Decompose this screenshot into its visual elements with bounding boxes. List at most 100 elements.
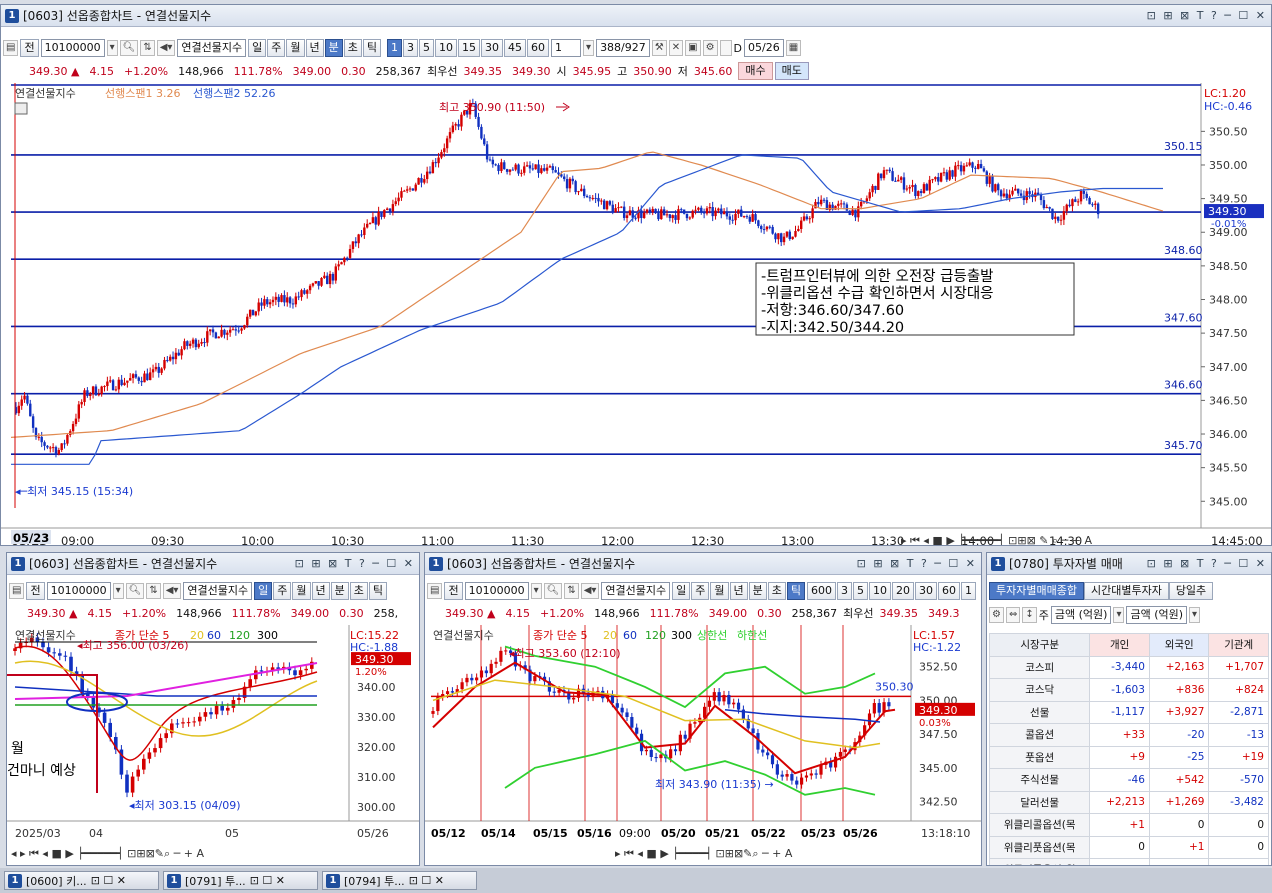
crosshair-icon[interactable]: ✕	[668, 40, 684, 56]
window-controls[interactable]: ⊡ ⊞ ⊠ T ? ─ ☐ ✕	[1147, 9, 1267, 22]
count-field[interactable]: 1	[551, 39, 582, 57]
interval-button-45[interactable]: 45	[504, 39, 527, 57]
gear-icon[interactable]: ⚙	[989, 607, 1004, 623]
interval-button-5[interactable]: 5	[419, 39, 435, 57]
save-icon[interactable]: ▣	[685, 40, 701, 56]
unit-tab-틱[interactable]: 틱	[786, 582, 806, 600]
swap-icon[interactable]: ⇔	[1005, 607, 1021, 623]
candle-body	[470, 677, 474, 681]
search-icon[interactable]: 🔍︎	[125, 583, 145, 599]
gear-icon[interactable]: ⚙	[702, 40, 718, 56]
taskbar-item[interactable]: 1 [0791] 투... ⊡ ☐ ✕	[163, 871, 318, 890]
center-title-bar[interactable]: 1 [0603] 선옵종합차트 - 연결선물지수 ⊡ ⊞ ⊠ T ? ─ ☐ ✕	[425, 553, 981, 575]
layout-icon[interactable]: ▤	[9, 583, 25, 599]
interval-button-1[interactable]: 1	[961, 582, 977, 600]
calendar-icon[interactable]: ▦	[785, 40, 802, 56]
unit-tab-분[interactable]: 분	[748, 582, 767, 600]
unit-tab-틱[interactable]: 틱	[368, 582, 388, 600]
interval-button-30[interactable]: 30	[915, 582, 938, 600]
main-price-chart[interactable]: 350.50350.00349.50349.00348.50348.00347.…	[1, 83, 1271, 545]
interval-button-20[interactable]: 20	[892, 582, 915, 600]
investor-tab[interactable]: 시간대별투자자	[1083, 582, 1169, 600]
window-controls-icon[interactable]: ⊡ ☐ ✕	[409, 874, 444, 887]
unit-tab-분[interactable]: 분	[330, 582, 349, 600]
investor-tab[interactable]: 투자자별매매종합	[989, 582, 1084, 600]
symbol-name-field[interactable]: 연결선물지수	[183, 582, 253, 600]
unit-tab-초[interactable]: 초	[343, 39, 362, 57]
period-button[interactable]: 전	[444, 582, 463, 600]
date-checkbox[interactable]	[719, 40, 732, 56]
search-icon[interactable]: 🔍︎	[543, 583, 563, 599]
code-field[interactable]: 10100000	[46, 582, 111, 600]
unit-tab-년[interactable]: 년	[305, 39, 324, 57]
window-controls[interactable]: ⊡ ⊞ ⊠ T ? ─ ☐ ✕	[295, 557, 415, 570]
buy-order-button[interactable]: 매수	[738, 62, 773, 80]
unit-tab-일[interactable]: 일	[248, 39, 267, 57]
chevron-down-icon[interactable]: ▾	[1189, 607, 1201, 623]
interval-button-60[interactable]: 60	[527, 39, 550, 57]
tools-icon[interactable]: ⚒	[651, 40, 667, 56]
investor-tab[interactable]: 당일추	[1168, 582, 1214, 600]
daily-price-chart[interactable]: 340.00 330.00 320.00 310.00 300.00 월건마니 예상 연결선…	[7, 625, 419, 865]
interval-button-1[interactable]: 1	[387, 39, 403, 57]
unit-tab-년[interactable]: 년	[311, 582, 330, 600]
unit-tab-주[interactable]: 주	[267, 39, 286, 57]
symbol-name-field[interactable]: 연결선물지수	[177, 39, 247, 57]
interval-button-3[interactable]: 3	[403, 39, 419, 57]
taskbar-item[interactable]: 1 [0794] 투... ⊡ ☐ ✕	[322, 871, 477, 890]
code-field[interactable]: 10100000	[464, 582, 529, 600]
unit-tab-월[interactable]: 월	[292, 582, 311, 600]
compare-icon[interactable]: ⇅	[140, 40, 155, 56]
unit-tab-년[interactable]: 년	[729, 582, 748, 600]
unit-tab-초[interactable]: 초	[349, 582, 368, 600]
taskbar-item[interactable]: 1 [0600] 키... ⊡ ☐ ✕	[4, 871, 159, 890]
interval-button-30[interactable]: 30	[481, 39, 504, 57]
chevron-down-icon[interactable]: ▾	[530, 583, 542, 599]
compare-icon[interactable]: ⇅	[146, 583, 161, 599]
unit-tab-주[interactable]: 주	[691, 582, 710, 600]
interval-button-60[interactable]: 60	[938, 582, 961, 600]
symbol-name-field[interactable]: 연결선물지수	[601, 582, 671, 600]
main-title-bar[interactable]: 1 [0603] 선옵종합차트 - 연결선물지수 ⊡ ⊞ ⊠ T ? ─ ☐ ✕	[1, 5, 1271, 27]
interval-button-5[interactable]: 5	[853, 582, 869, 600]
unit-tab-일[interactable]: 일	[254, 582, 273, 600]
date-field[interactable]: 05/26	[744, 39, 784, 57]
interval-button-10[interactable]: 10	[869, 582, 892, 600]
layout-icon[interactable]: ▤	[427, 583, 443, 599]
interval-button-600[interactable]: 600	[807, 582, 837, 600]
window-controls-icon[interactable]: ⊡ ☐ ✕	[250, 874, 285, 887]
search-icon[interactable]: 🔍︎	[119, 40, 139, 56]
unit-tab-월[interactable]: 월	[286, 39, 305, 57]
chevron-down-icon[interactable]: ▾	[1113, 607, 1125, 623]
period-button[interactable]: 전	[26, 582, 45, 600]
code-field[interactable]: 10100000	[40, 39, 105, 57]
amount-select-1[interactable]: 금액 (억원)	[1050, 606, 1112, 624]
compare-icon[interactable]: ⇅	[564, 583, 579, 599]
speaker-icon[interactable]: ◀▾	[156, 40, 176, 56]
interval-button-15[interactable]: 15	[458, 39, 481, 57]
chevron-down-icon[interactable]: ▾	[106, 40, 118, 56]
chevron-down-icon[interactable]: ▾	[583, 40, 595, 56]
sell-order-button[interactable]: 매도	[774, 62, 809, 80]
unit-tab-틱[interactable]: 틱	[362, 39, 382, 57]
interval-button-3[interactable]: 3	[837, 582, 853, 600]
window-controls-icon[interactable]: ⊡ ☐ ✕	[91, 874, 126, 887]
chevron-down-icon[interactable]: ▾	[112, 583, 124, 599]
unit-tab-일[interactable]: 일	[672, 582, 691, 600]
period-button[interactable]: 전	[20, 39, 39, 57]
window-controls[interactable]: ⊡ ⊞ ⊠ T ? ─ ☐ ✕	[857, 557, 977, 570]
amount-select-2[interactable]: 금액 (억원)	[1126, 606, 1188, 624]
sort-icon[interactable]: ↕	[1022, 607, 1037, 623]
interval-button-10[interactable]: 10	[435, 39, 458, 57]
unit-tab-분[interactable]: 분	[324, 39, 343, 57]
tick-price-chart[interactable]: 352.50350.00347.50345.00342.50350.30연결선물…	[425, 625, 981, 865]
speaker-icon[interactable]: ◀▾	[580, 583, 600, 599]
unit-tab-월[interactable]: 월	[710, 582, 729, 600]
speaker-icon[interactable]: ◀▾	[162, 583, 182, 599]
window-controls[interactable]: ⊡ ⊞ ⊠ T ? ─ ☐ ✕	[1147, 557, 1267, 570]
unit-tab-초[interactable]: 초	[767, 582, 786, 600]
unit-tab-주[interactable]: 주	[273, 582, 292, 600]
layout-icon[interactable]: ▤	[3, 40, 19, 56]
left-title-bar[interactable]: 1 [0603] 선옵종합차트 - 연결선물지수 ⊡ ⊞ ⊠ T ? ─ ☐ ✕	[7, 553, 419, 575]
right-title-bar[interactable]: 1 [0780] 투자자별 매매 ⊡ ⊞ ⊠ T ? ─ ☐ ✕	[987, 553, 1271, 575]
